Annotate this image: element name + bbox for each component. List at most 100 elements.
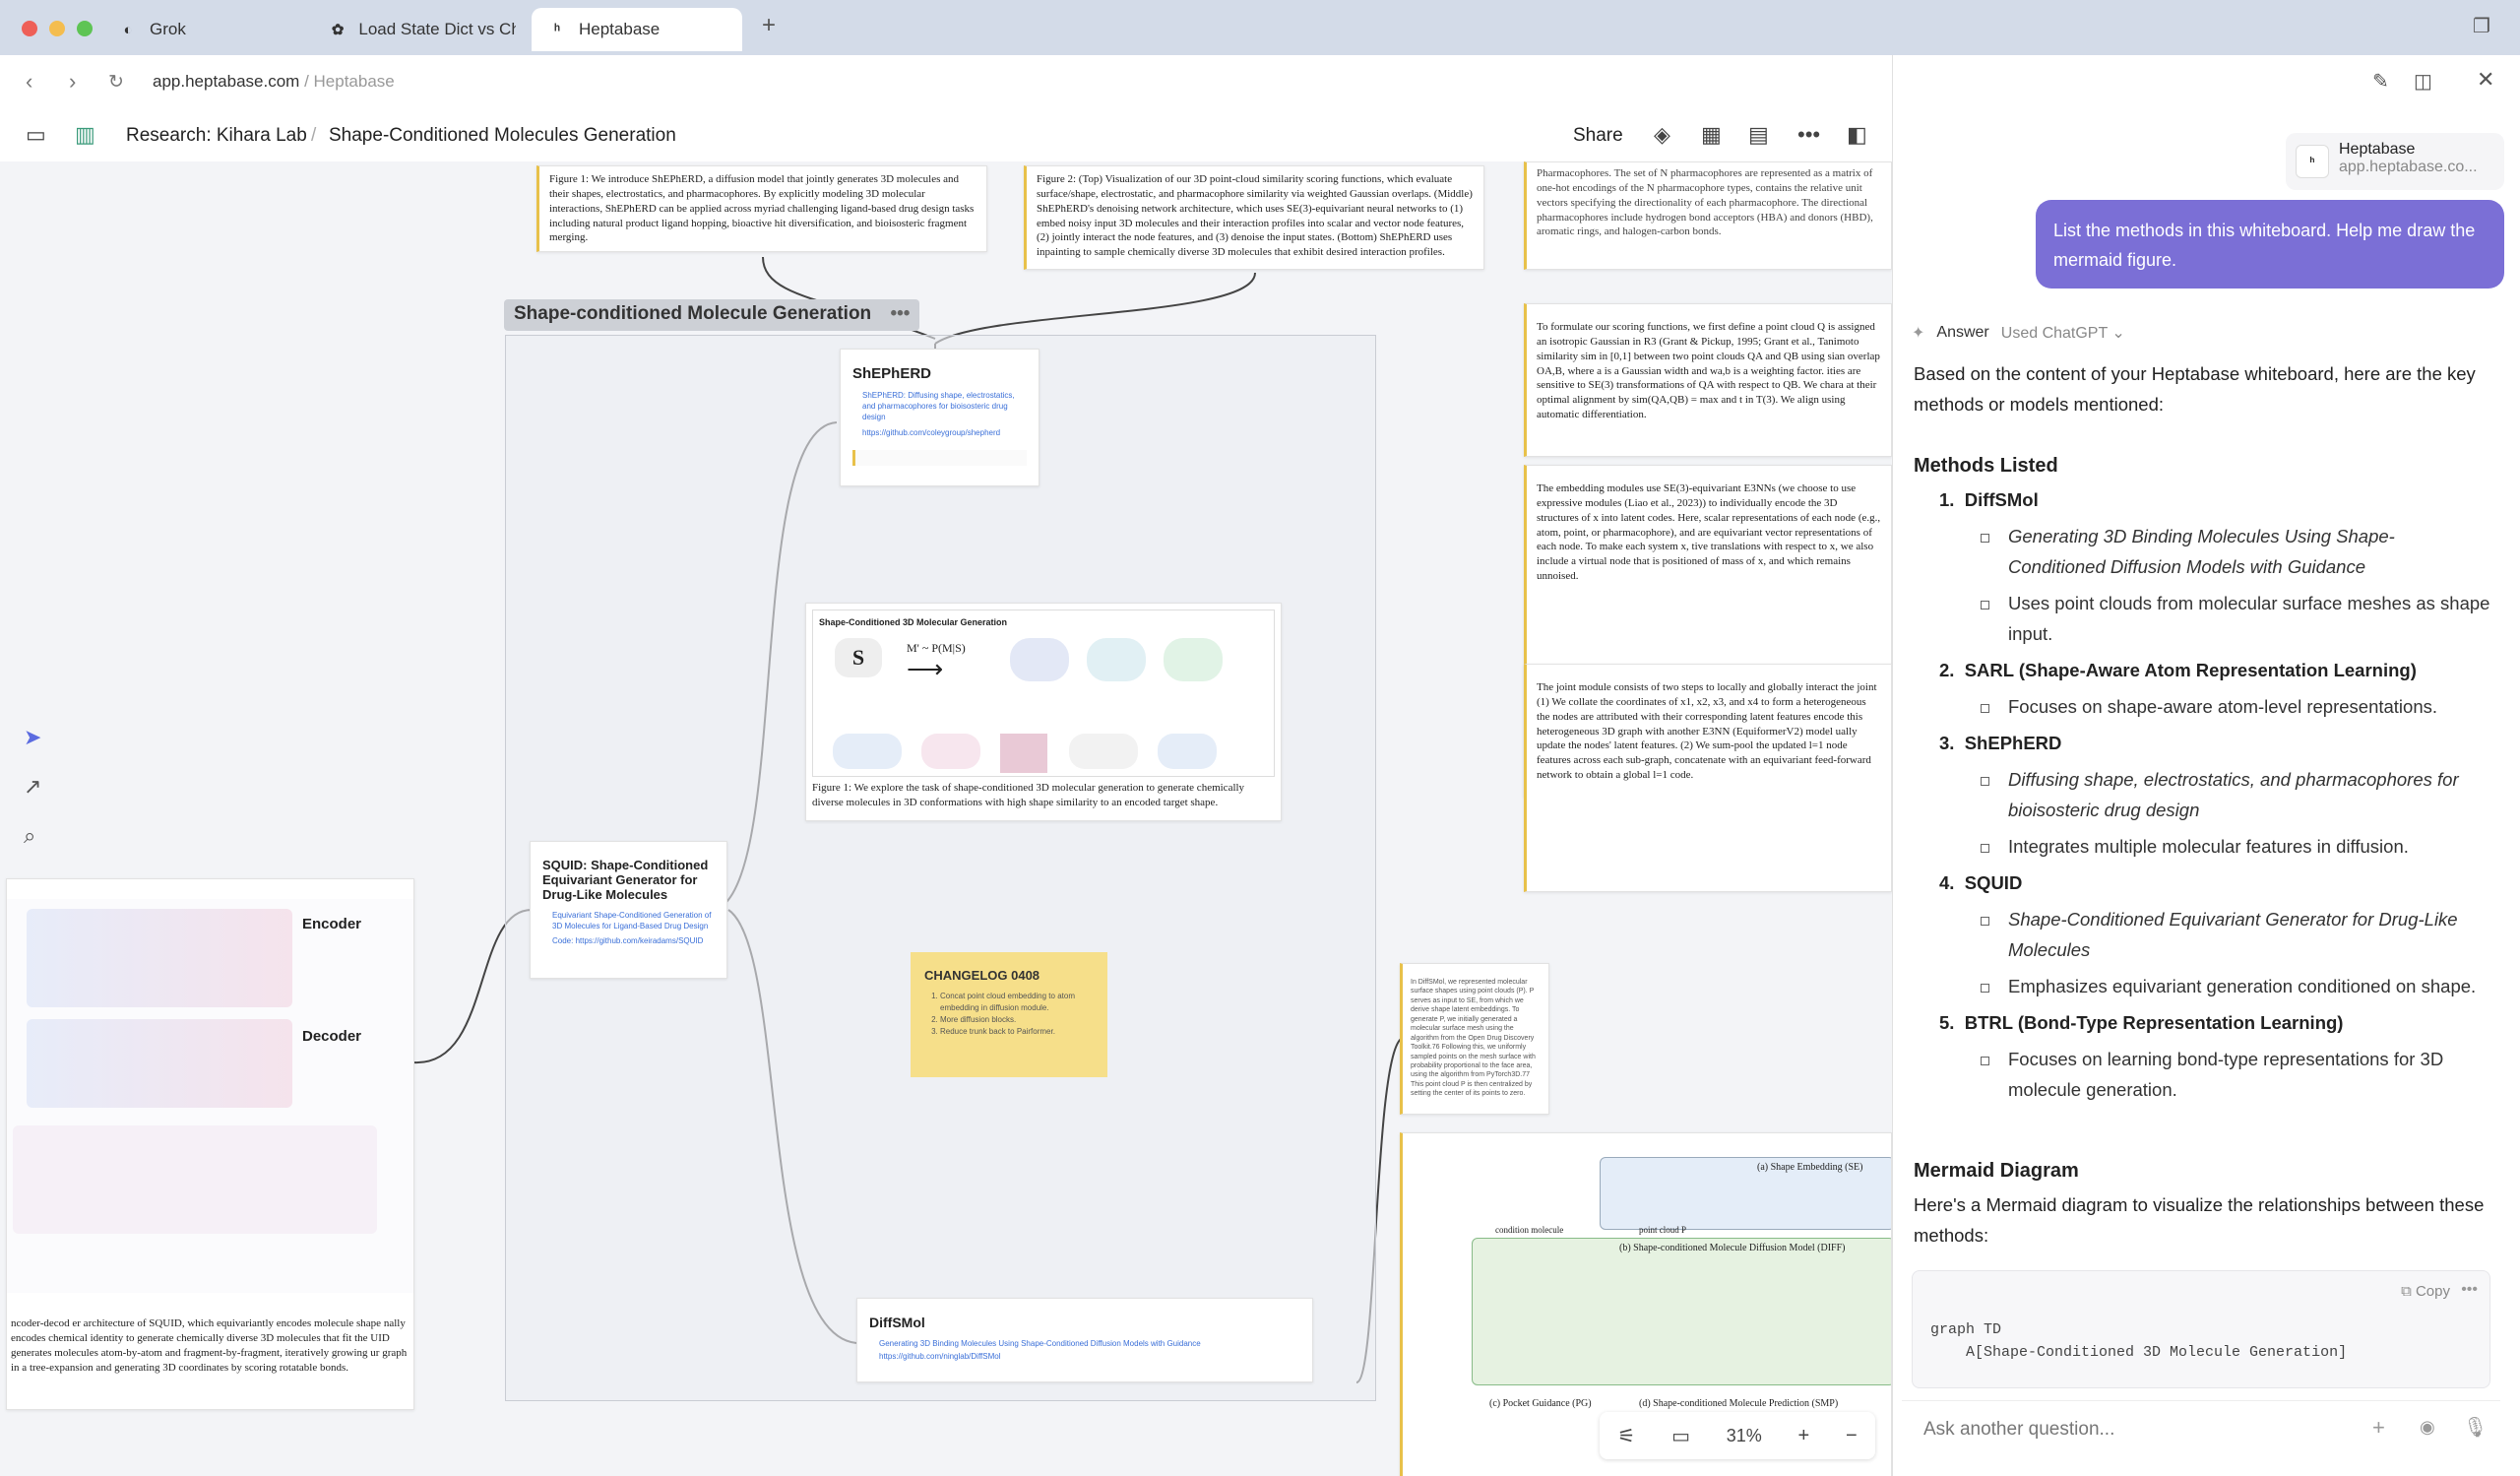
shepherd-figure2-card[interactable]: Figure 2: (Top) Visualization of our 3D …: [1024, 165, 1484, 270]
url-path: / Heptabase: [299, 72, 395, 91]
diffsmol-text: In DiffSMol, we represented molecular su…: [1411, 979, 1536, 1098]
squid-figure-title: Shape-Conditioned 3D Molecular Generatio…: [819, 617, 1008, 627]
link-subtitle: app.heptabase.co...: [2339, 159, 2478, 175]
changelog-list: Concat point cloud embedding to atom emb…: [924, 991, 1094, 1038]
camera-icon[interactable]: ◉: [2420, 1417, 2435, 1438]
group-title[interactable]: Shape-conditioned Molecule Generation ••…: [504, 299, 920, 331]
more-options-icon[interactable]: •••: [1797, 122, 1820, 148]
whiteboard-canvas[interactable]: Figure 1: We introduce ShEPhERD, a diffu…: [0, 161, 1892, 1476]
condition-label: condition molecule: [1495, 1225, 1564, 1235]
group-more-icon[interactable]: •••: [890, 303, 910, 324]
url-host: app.heptabase.com: [153, 72, 300, 91]
new-tab-button[interactable]: +: [762, 12, 776, 39]
diffsmol-card-link[interactable]: https://github.com/ninglab/DiffSMol: [879, 1351, 1300, 1362]
squid-card-link[interactable]: Code: https://github.com/keiradams/SQUID: [552, 935, 715, 946]
molecule-cyan-icon: [1087, 638, 1146, 681]
method-detail: Generating 3D Binding Molecules Using Sh…: [1939, 521, 2490, 582]
molecule-blue-icon: [1010, 638, 1069, 681]
shepherd-card[interactable]: ShEPhERD ShEPhERD: Diffusing shape, elec…: [840, 349, 1040, 486]
device-icon[interactable]: ▭: [1671, 1424, 1690, 1448]
tab-chatgpt[interactable]: ✿ Load State Dict vs Che: [313, 8, 532, 51]
answer-source: Used ChatGPT: [2000, 325, 2108, 342]
changelog-sticky-note[interactable]: CHANGELOG 0408 Concat point cloud embedd…: [911, 952, 1107, 1077]
ask-input[interactable]: Ask another question...: [1923, 1419, 2114, 1441]
changelog-item: More diffusion blocks.: [940, 1014, 1094, 1026]
zoom-in-button[interactable]: +: [1798, 1425, 1810, 1447]
heptabase-icon: ʰ: [554, 21, 560, 38]
sidebar-toggle-icon[interactable]: ❐: [2473, 14, 2490, 38]
calendar-icon[interactable]: ▦: [1701, 122, 1722, 148]
copy-label: Copy: [2415, 1283, 2450, 1300]
approach-grid-icon: [1000, 734, 1047, 773]
right-panel-icon[interactable]: ◧: [1847, 122, 1867, 148]
url-field[interactable]: app.heptabase.com / Heptabase: [153, 72, 395, 92]
scoring-text: To formulate our scoring functions, we f…: [1537, 321, 1880, 421]
code-more-icon[interactable]: •••: [2461, 1281, 2478, 1299]
shepherd-figure1-card[interactable]: Figure 1: We introduce ShEPhERD, a diffu…: [536, 165, 987, 252]
minimize-window-button[interactable]: [49, 21, 65, 36]
method-name: SARL (Shape-Aware Atom Representation Le…: [1964, 660, 2417, 680]
chatgpt-icon: ✿: [331, 22, 345, 38]
method-name: ShEPhERD: [1964, 733, 2062, 753]
squid-card-title: SQUID: Shape-Conditioned Equivariant Gen…: [542, 858, 709, 902]
shepherd-joint-card[interactable]: The joint module consists of two steps t…: [1524, 664, 1892, 892]
method-detail: Focuses on learning bond-type representa…: [1939, 1044, 2490, 1105]
library-icon[interactable]: ▥: [75, 122, 95, 148]
changelog-item: Reduce trunk back to Pairformer.: [940, 1026, 1094, 1038]
context-link-card[interactable]: ʰ Heptabase app.heptabase.co...: [2286, 133, 2504, 190]
shepherd-card-bullet[interactable]: ShEPhERD: Diffusing shape, electrostatic…: [862, 390, 1027, 423]
grid-view-icon[interactable]: ▤: [1748, 122, 1769, 148]
tab-grok[interactable]: ◐ Grok: [102, 8, 321, 51]
encoder-label: Encoder: [302, 916, 362, 932]
method-detail: Emphasizes equivariant generation condit…: [1939, 971, 2490, 1001]
answer-label: Answer: [1936, 324, 1989, 341]
connector-tool-icon[interactable]: ↗: [24, 774, 41, 800]
filter-icon[interactable]: ⚟: [1617, 1424, 1635, 1448]
ask-input-area: Ask another question... + ◉ 🎙: [1902, 1400, 2500, 1457]
shepherd-pharmacophore-card[interactable]: Pharmacophores. The set of N pharmacopho…: [1524, 161, 1892, 270]
microphone-icon[interactable]: 🎙: [2463, 1415, 2488, 1440]
user-message: List the methods in this whiteboard. Hel…: [2036, 200, 2504, 289]
joint-text: The joint module consists of two steps t…: [1537, 681, 1877, 782]
close-icon[interactable]: ✕: [2477, 67, 2494, 93]
close-window-button[interactable]: [22, 21, 37, 36]
select-tool-icon[interactable]: ➤: [24, 725, 41, 750]
diffsmol-card-bullet[interactable]: Generating 3D Binding Molecules Using Sh…: [879, 1338, 1300, 1349]
layout-icon[interactable]: ◫: [2414, 69, 2432, 94]
tab-heptabase[interactable]: ʰ Heptabase: [532, 8, 742, 51]
reload-icon[interactable]: ↻: [108, 71, 124, 94]
forward-arrow-icon[interactable]: ›: [69, 69, 76, 95]
squid-card-bullet[interactable]: Equivariant Shape-Conditioned Generation…: [552, 910, 715, 931]
squid-card[interactable]: SQUID: Shape-Conditioned Equivariant Gen…: [530, 841, 727, 979]
diffsmol-text-card[interactable]: In DiffSMol, we represented molecular su…: [1400, 963, 1549, 1115]
method-name: SQUID: [1964, 872, 2023, 893]
shepherd-card-link[interactable]: https://github.com/coleygroup/shepherd: [862, 427, 1027, 438]
diffsmol-card-title: DiffSMol: [869, 1315, 925, 1330]
shepherd-scoring-card[interactable]: To formulate our scoring functions, we f…: [1524, 303, 1892, 457]
zoom-level[interactable]: 31%: [1727, 1426, 1762, 1446]
smp-label: (d) Shape-conditioned Molecule Predictio…: [1639, 1398, 1839, 1409]
diffsmol-card[interactable]: DiffSMol Generating 3D Binding Molecules…: [856, 1298, 1313, 1382]
answer-source-dropdown[interactable]: Used ChatGPT ⌄: [2001, 323, 2125, 343]
maximize-window-button[interactable]: [77, 21, 93, 36]
breadcrumb-current[interactable]: Shape-Conditioned Molecules Generation: [329, 125, 676, 147]
layers-icon[interactable]: ◈: [1654, 122, 1670, 148]
pointcloud-label: point cloud P: [1639, 1225, 1687, 1235]
share-button[interactable]: Share: [1573, 125, 1623, 147]
edit-icon[interactable]: ✎: [2372, 69, 2389, 94]
breadcrumb-parent[interactable]: Research: Kihara Lab: [126, 125, 307, 147]
back-arrow-icon[interactable]: ‹: [26, 69, 32, 95]
copy-button[interactable]: ⧉ Copy: [2401, 1283, 2450, 1300]
browser-tab-bar: ◐ Grok ✿ Load State Dict vs Che ʰ Heptab…: [0, 0, 2520, 55]
method-detail: Focuses on shape-aware atom-level repres…: [1939, 691, 2490, 722]
sidebar-panel-icon[interactable]: ▭: [26, 122, 46, 148]
add-icon[interactable]: +: [2372, 1415, 2385, 1441]
spark-icon: ✦: [1912, 325, 1925, 342]
heptabase-icon: ʰ: [2296, 145, 2329, 178]
search-tool-icon[interactable]: ⌕: [24, 823, 35, 849]
diff-block: [1472, 1238, 1891, 1385]
zoom-out-button[interactable]: −: [1846, 1425, 1858, 1447]
squid-figure-card[interactable]: Shape-Conditioned 3D Molecular Generatio…: [805, 603, 1282, 821]
figure1-caption: Figure 1: We introduce ShEPhERD, a diffu…: [549, 173, 975, 244]
squid-architecture-card[interactable]: Encoder Decoder ncoder-decod er architec…: [6, 878, 414, 1410]
